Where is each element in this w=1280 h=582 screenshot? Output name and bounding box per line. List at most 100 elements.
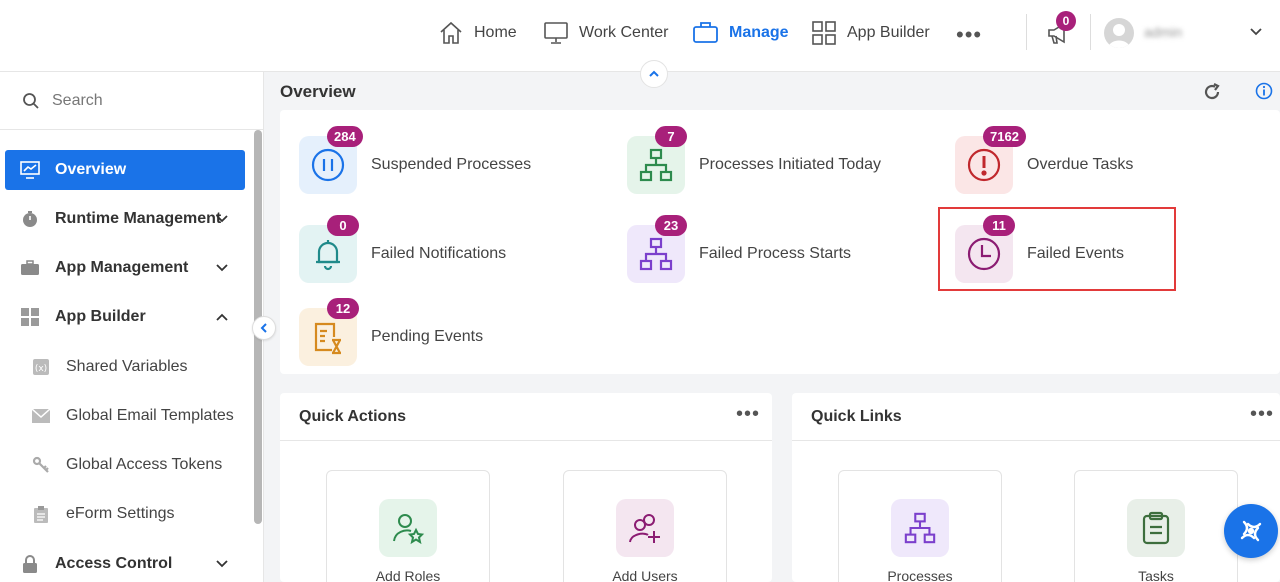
divider <box>1090 14 1091 50</box>
chevron-down-icon <box>216 560 228 568</box>
sidebar-item-app-management[interactable]: App Management <box>5 248 245 288</box>
chart-icon <box>19 161 41 179</box>
sidebar-search[interactable]: Search <box>0 72 264 130</box>
stat-label: Overdue Tasks <box>1027 156 1134 173</box>
more-options-icon[interactable]: ••• <box>1250 403 1274 426</box>
collapse-header-button[interactable] <box>640 60 668 88</box>
quick-links-panel: Quick Links ••• Processes Tasks <box>792 393 1280 582</box>
nav-app-builder-label: App Builder <box>847 24 930 41</box>
nav-manage-label: Manage <box>729 24 789 41</box>
nav-work-center-label: Work Center <box>579 24 669 41</box>
tasks-tile[interactable]: Tasks <box>1074 470 1238 582</box>
sidebar-item-overview[interactable]: Overview <box>5 150 245 190</box>
username: admin <box>1144 24 1183 40</box>
chevron-down-icon <box>216 264 228 272</box>
sidebar-item-shared-variables[interactable]: (x) Shared Variables <box>30 349 250 385</box>
user-add-icon <box>616 499 674 557</box>
pause-icon: 284 <box>299 126 363 194</box>
search-icon <box>23 92 39 109</box>
stat-failed-notifications[interactable]: 0 Failed Notifications <box>299 215 507 284</box>
avatar[interactable] <box>1104 18 1134 48</box>
panel-title: Quick Actions <box>280 393 772 441</box>
count-badge: 23 <box>655 215 687 236</box>
hierarchy-icon: 7 <box>627 126 687 194</box>
sidebar-item-app-builder[interactable]: App Builder <box>5 297 245 337</box>
count-badge: 0 <box>327 215 359 236</box>
hierarchy-icon: 23 <box>627 215 687 283</box>
stat-suspended-processes[interactable]: 284 Suspended Processes <box>299 126 532 195</box>
user-star-icon <box>379 499 437 557</box>
highlight-box <box>938 207 1176 291</box>
stat-label: Processes Initiated Today <box>699 156 882 173</box>
sidebar-item-global-email-templates[interactable]: Global Email Templates <box>30 398 250 434</box>
chevron-down-icon[interactable] <box>1248 24 1264 45</box>
stat-processes-initiated-today[interactable]: 7 Processes Initiated Today <box>627 126 882 195</box>
sidebar-item-eform-settings[interactable]: eForm Settings <box>30 496 250 532</box>
page-title: Overview <box>280 82 356 101</box>
count-badge: 7 <box>655 126 687 147</box>
stat-label: Failed Process Starts <box>699 245 852 262</box>
sidebar-item-access-control[interactable]: Access Control <box>5 544 245 582</box>
variable-icon: (x) <box>30 358 52 376</box>
clipboard-icon <box>30 505 52 523</box>
tile-label: Tasks <box>1138 568 1174 582</box>
count-badge: 12 <box>327 298 359 319</box>
sidebar-item-label: App Builder <box>55 308 146 325</box>
sidebar: Search Overview Runtime Management App M… <box>0 72 264 582</box>
chevron-down-icon <box>216 215 228 223</box>
alert-icon: 7162 <box>955 126 1026 194</box>
add-roles-tile[interactable]: Add Roles <box>326 470 490 582</box>
home-icon <box>440 21 462 44</box>
sidebar-item-global-access-tokens[interactable]: Global Access Tokens <box>30 447 250 483</box>
nav-home[interactable]: Home <box>438 18 517 48</box>
stat-label: Failed Notifications <box>371 245 507 262</box>
top-navigation-bar: Home Work Center Manage App Builder ••• … <box>0 0 1280 72</box>
timer-icon <box>19 210 41 228</box>
key-icon <box>30 456 52 474</box>
count-badge: 284 <box>327 126 363 147</box>
more-nav-icon[interactable]: ••• <box>956 22 982 48</box>
nav-home-label: Home <box>474 24 517 41</box>
refresh-icon[interactable] <box>1202 82 1222 107</box>
chevron-left-icon <box>260 323 267 333</box>
sidebar-item-runtime-management[interactable]: Runtime Management <box>5 199 245 239</box>
clipboard-icon <box>1127 499 1185 557</box>
collapse-sidebar-button[interactable] <box>252 316 276 340</box>
panel-title: Quick Links <box>792 393 1280 441</box>
assistant-icon <box>1240 520 1262 542</box>
sidebar-sub-label: Shared Variables <box>66 358 188 375</box>
info-icon[interactable] <box>1255 82 1273 105</box>
tile-label: Processes <box>887 568 953 582</box>
grid-icon <box>812 21 836 45</box>
nav-manage[interactable]: Manage <box>692 18 789 48</box>
hourglass-doc-icon: 12 <box>299 298 359 366</box>
email-icon <box>30 409 52 423</box>
sidebar-item-label: Overview <box>55 161 127 178</box>
stat-label: Suspended Processes <box>371 156 532 173</box>
svg-text:(x): (x) <box>35 364 47 374</box>
processes-tile[interactable]: Processes <box>838 470 1002 582</box>
search-input[interactable]: Search <box>52 92 103 110</box>
bell-icon: 0 <box>299 215 359 283</box>
tile-label: Add Roles <box>375 568 441 582</box>
sidebar-sub-label: eForm Settings <box>66 505 175 522</box>
count-badge: 7162 <box>983 126 1026 147</box>
nav-work-center[interactable]: Work Center <box>543 18 669 48</box>
sidebar-item-label: App Management <box>55 259 189 276</box>
notification-badge: 0 <box>1056 11 1076 31</box>
sidebar-item-label: Runtime Management <box>55 210 222 227</box>
divider <box>1026 14 1027 50</box>
hierarchy-icon <box>891 499 949 557</box>
chevron-up-icon <box>216 313 228 321</box>
nav-app-builder[interactable]: App Builder <box>811 18 930 48</box>
quick-actions-panel: Quick Actions ••• Add Roles Add Users <box>280 393 772 582</box>
sidebar-sub-label: Global Email Templates <box>66 407 234 424</box>
assistant-button[interactable] <box>1224 504 1278 558</box>
stat-pending-events[interactable]: 12 Pending Events <box>299 298 483 367</box>
stat-overdue-tasks[interactable]: 7162 Overdue Tasks <box>955 126 1134 195</box>
user-icon <box>1108 24 1130 48</box>
stat-failed-process-starts[interactable]: 23 Failed Process Starts <box>627 215 852 284</box>
more-options-icon[interactable]: ••• <box>736 403 760 426</box>
chevron-up-icon <box>649 70 659 77</box>
add-users-tile[interactable]: Add Users <box>563 470 727 582</box>
